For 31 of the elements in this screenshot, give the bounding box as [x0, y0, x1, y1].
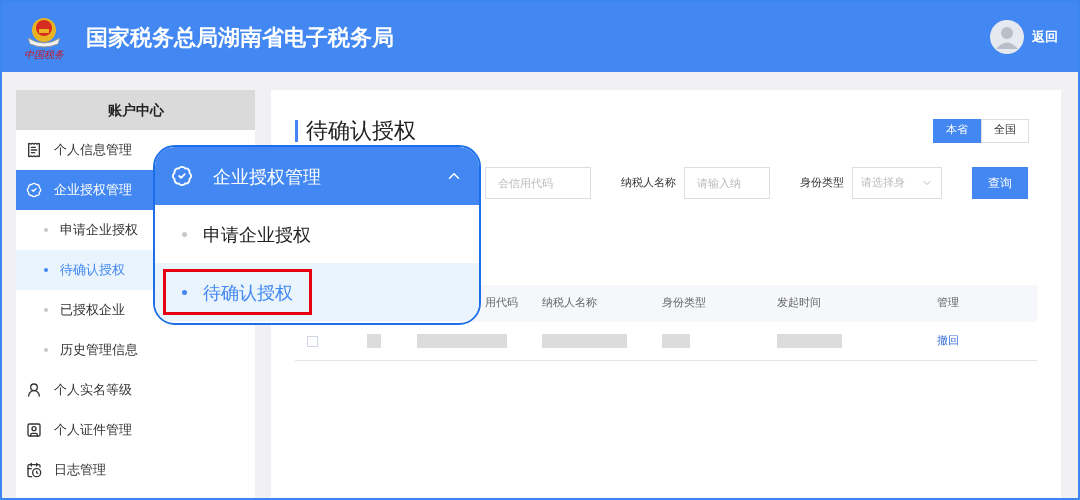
column-header: 身份类型	[661, 295, 707, 312]
column-header: 发起时间	[776, 295, 822, 312]
sidebar-item[interactable]: 个人证件管理	[16, 410, 255, 450]
input-field[interactable]: 请输入纳	[684, 167, 770, 199]
input-field[interactable]: 会信用代码	[485, 167, 591, 199]
filter-label: 身份类型	[800, 174, 844, 191]
search-button[interactable]: 查询	[972, 167, 1028, 199]
sidebar-title: 账户中心	[16, 90, 255, 130]
revoke-link[interactable]: 撤回	[925, 332, 959, 350]
sidebar-item[interactable]: 日志管理	[16, 450, 255, 490]
scope-tab[interactable]: 本省	[933, 118, 981, 143]
badge-check-icon	[171, 165, 193, 187]
site-title: 国家税务总局湖南省电子税务局	[86, 23, 394, 52]
column-header: 纳税人名称	[541, 295, 598, 312]
blurred-text	[367, 334, 381, 348]
blurred-text	[662, 334, 690, 348]
sidebar-item[interactable]: 个人实名等级	[16, 370, 255, 410]
filter-label: 纳税人名称	[621, 174, 676, 191]
scope-tab[interactable]: 全国	[981, 118, 1029, 143]
callout-header[interactable]: 企业授权管理	[155, 147, 479, 205]
column-header: 用代码	[484, 295, 519, 312]
row-checkbox[interactable]	[307, 335, 318, 347]
blurred-text	[777, 334, 842, 348]
logo-text: 中国税务	[24, 50, 64, 60]
column-header: 管理	[936, 295, 960, 312]
avatar-icon[interactable]	[990, 20, 1024, 54]
highlight-frame: 待确认授权	[163, 269, 312, 315]
sidebar-subitem[interactable]: 历史管理信息	[16, 330, 255, 370]
title-bar-accent	[295, 119, 298, 142]
back-link[interactable]: 返回	[1032, 27, 1058, 47]
page-title: 待确认授权	[306, 117, 416, 145]
